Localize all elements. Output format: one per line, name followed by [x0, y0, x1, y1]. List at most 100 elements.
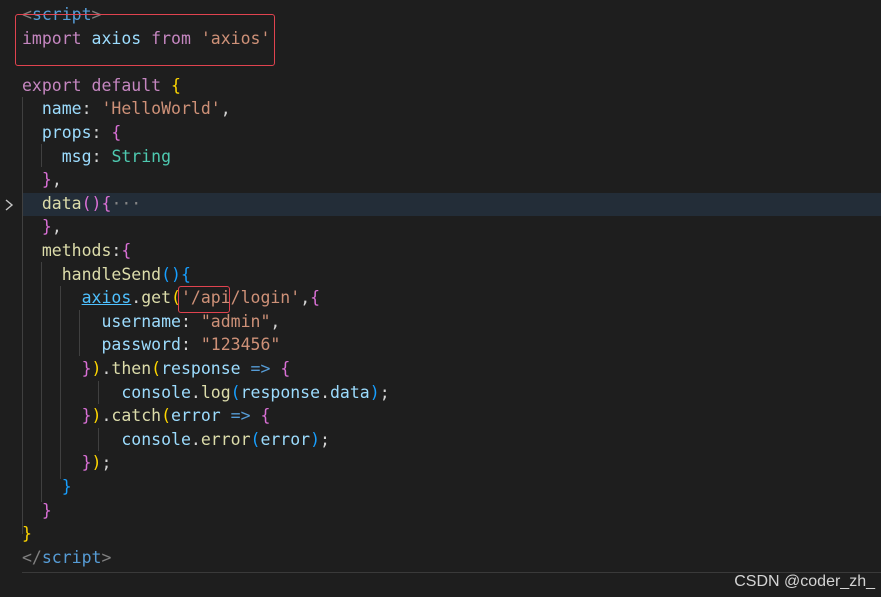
- code-token: catch: [111, 406, 162, 425]
- code-token: error: [171, 406, 221, 425]
- code-token: {: [101, 194, 112, 213]
- code-token: :: [81, 99, 102, 118]
- code-line[interactable]: </script>: [22, 546, 111, 569]
- code-line[interactable]: }).then(response => {: [22, 357, 291, 380]
- code-token: password: [101, 335, 181, 354]
- code-line[interactable]: password: "123456": [22, 333, 280, 356]
- code-line[interactable]: methods:{: [22, 239, 131, 262]
- code-token: .: [131, 288, 142, 307]
- code-line[interactable]: name: 'HelloWorld',: [22, 97, 231, 120]
- code-token: response: [240, 383, 321, 402]
- code-token: {: [180, 265, 191, 284]
- code-token: ,: [270, 312, 281, 331]
- code-token: ,: [51, 217, 62, 236]
- code-line[interactable]: }).catch(error => {: [22, 404, 271, 427]
- code-token: >: [101, 548, 112, 567]
- code-line[interactable]: export default {: [22, 74, 181, 97]
- code-token: axios: [81, 288, 132, 307]
- code-token: export: [22, 76, 82, 95]
- code-line[interactable]: console.error(error);: [22, 428, 330, 451]
- code-token: ;: [320, 430, 330, 449]
- current-line-highlight: [22, 193, 881, 216]
- code-token: props: [41, 123, 92, 142]
- code-token: log: [200, 383, 231, 402]
- code-token: (: [161, 406, 172, 425]
- fold-chevron-icon[interactable]: [2, 198, 16, 212]
- code-token: ,: [300, 288, 311, 307]
- code-token: }: [81, 406, 92, 425]
- code-token: ): [310, 430, 321, 449]
- code-token: }: [41, 170, 52, 189]
- code-line[interactable]: msg: String: [22, 145, 171, 168]
- code-token: "admin": [200, 312, 271, 331]
- code-line[interactable]: }: [22, 475, 72, 498]
- code-token: ): [91, 453, 102, 472]
- code-token: }: [61, 477, 72, 496]
- code-token: {: [310, 288, 321, 307]
- code-line[interactable]: handleSend(){: [22, 263, 191, 286]
- code-token: default: [91, 76, 162, 95]
- code-token: name: [41, 99, 82, 118]
- code-line[interactable]: data(){···: [22, 192, 141, 215]
- code-line[interactable]: },: [22, 215, 62, 238]
- code-token: get: [141, 288, 172, 307]
- code-token: data: [330, 383, 370, 402]
- code-token: handleSend: [61, 265, 162, 284]
- code-token: ): [91, 359, 102, 378]
- code-token: }: [41, 501, 52, 520]
- code-token: {: [111, 123, 122, 142]
- code-token: ;: [379, 383, 390, 402]
- code-token: }: [81, 359, 92, 378]
- code-token: ): [91, 406, 102, 425]
- code-line[interactable]: username: "admin",: [22, 310, 280, 333]
- code-line[interactable]: axios.get('/api/login',{: [22, 286, 320, 309]
- code-token: (): [161, 265, 181, 284]
- code-line[interactable]: }: [22, 499, 52, 522]
- code-line[interactable]: console.log(response.data);: [22, 381, 390, 404]
- code-token: (: [230, 383, 241, 402]
- code-token: .: [190, 430, 201, 449]
- code-token: data: [41, 194, 82, 213]
- code-token: }: [22, 524, 32, 543]
- code-token: methods: [41, 241, 112, 260]
- code-token: :: [91, 147, 112, 166]
- code-token: .: [190, 383, 201, 402]
- code-token: .: [101, 359, 112, 378]
- code-token: }: [41, 217, 52, 236]
- code-token: {: [171, 76, 181, 95]
- code-line[interactable]: });: [22, 451, 112, 474]
- code-token: (): [81, 194, 102, 213]
- code-editor[interactable]: <script> import axios from 'axios' export …: [0, 0, 881, 597]
- code-token: ,: [220, 99, 231, 118]
- code-token: ;: [101, 453, 112, 472]
- code-token: ): [369, 383, 380, 402]
- code-line[interactable]: props: {: [22, 121, 121, 144]
- code-token: :: [180, 312, 201, 331]
- import-annotation-box: [15, 14, 275, 66]
- code-line[interactable]: },: [22, 168, 62, 191]
- code-token: "123456": [200, 335, 281, 354]
- code-line[interactable]: }: [22, 522, 32, 545]
- code-token: response: [161, 359, 241, 378]
- code-token: {: [121, 241, 132, 260]
- code-token: </: [22, 548, 42, 567]
- code-token: :: [111, 241, 122, 260]
